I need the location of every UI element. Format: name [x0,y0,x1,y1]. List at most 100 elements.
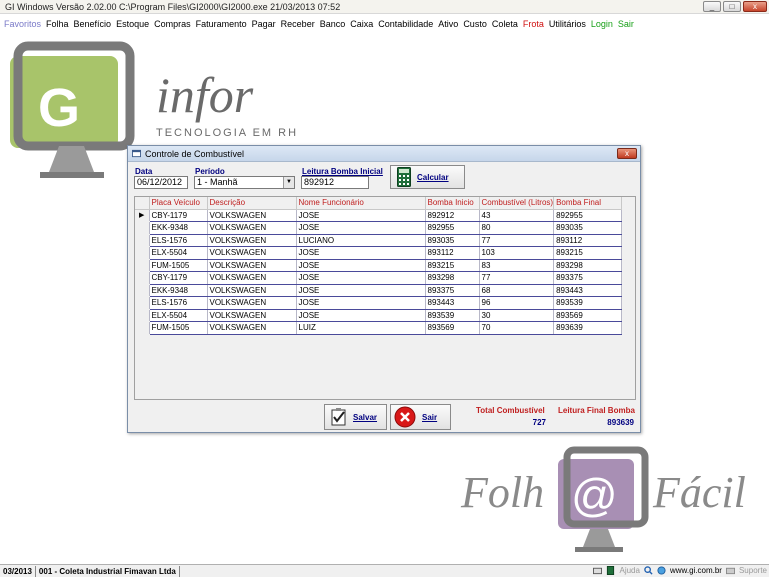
cell-fuel-liters[interactable]: 68 [479,284,555,297]
help-link[interactable]: Ajuda [619,566,639,575]
cell-employee[interactable]: JOSE [296,296,426,310]
cell-description[interactable]: VOLKSWAGEN [207,209,297,222]
cell-employee[interactable]: JOSE [296,259,426,272]
menu-favorites[interactable]: Favoritos [4,19,41,29]
cell-pump-end[interactable]: 893112 [553,234,623,247]
calculate-button[interactable]: Calcular [390,165,465,189]
cell-pump-end[interactable]: 893375 [553,271,623,285]
cell-pump-start[interactable]: 893215 [425,259,480,272]
cell-plate[interactable]: FUM-1505 [149,321,208,335]
menu-item-benefício[interactable]: Benefício [74,19,112,29]
menu-item-ativo[interactable]: Ativo [438,19,458,29]
cell-pump-start[interactable]: 893375 [425,284,480,297]
cell-description[interactable]: VOLKSWAGEN [207,321,297,335]
column-header-fuel-liters[interactable]: Combustível (Litros) [479,197,555,210]
website-link[interactable]: www.gi.com.br [670,566,722,575]
cell-fuel-liters[interactable]: 80 [479,221,555,235]
cell-employee[interactable]: JOSE [296,309,426,322]
keyboard-icon[interactable] [593,566,603,575]
cell-plate[interactable]: CBY-1179 [149,271,208,285]
cell-fuel-liters[interactable]: 43 [479,209,555,222]
chevron-down-icon[interactable]: ▼ [283,177,294,188]
cell-pump-start[interactable]: 893443 [425,296,480,310]
table-row[interactable]: ▶ CBY-1179 VOLKSWAGEN JOSE 892912 43 892955 [135,209,623,222]
table-row[interactable]: EKK-9348 VOLKSWAGEN JOSE 893375 68 893443 [135,284,623,297]
date-field[interactable]: 06/12/2012 [134,176,188,189]
support-link[interactable]: Suporte [739,566,767,575]
cell-pump-end[interactable]: 893035 [553,221,623,235]
table-row[interactable]: ELS-1576 VOLKSWAGEN JOSE 893443 96 893539 [135,296,623,310]
cell-plate[interactable]: ELS-1576 [149,234,208,247]
calculator-icon[interactable] [606,566,615,575]
cell-fuel-liters[interactable]: 77 [479,271,555,285]
table-row[interactable]: FUM-1505 VOLKSWAGEN JOSE 893215 83 893298 [135,259,623,272]
cell-pump-start[interactable]: 893298 [425,271,480,285]
close-button[interactable]: x [743,1,767,12]
menu-item-pagar[interactable]: Pagar [252,19,276,29]
pump-start-field[interactable]: 892912 [301,176,369,189]
menu-item-contabilidade[interactable]: Contabilidade [378,19,433,29]
cell-employee[interactable]: LUIZ [296,321,426,335]
exit-button[interactable]: Sair [390,404,451,430]
cell-description[interactable]: VOLKSWAGEN [207,296,297,310]
menu-item-folha[interactable]: Folha [46,19,69,29]
cell-fuel-liters[interactable]: 77 [479,234,555,247]
cell-employee[interactable]: JOSE [296,284,426,297]
cell-pump-start[interactable]: 892955 [425,221,480,235]
cell-fuel-liters[interactable]: 103 [479,246,555,260]
cell-description[interactable]: VOLKSWAGEN [207,271,297,285]
menu-item-utilitários[interactable]: Utilitários [549,19,586,29]
cell-plate[interactable]: CBY-1179 [149,209,208,222]
cell-description[interactable]: VOLKSWAGEN [207,246,297,260]
table-row[interactable]: ELS-1576 VOLKSWAGEN LUCIANO 893035 77 893112 [135,234,623,247]
cell-pump-end[interactable]: 893539 [553,296,623,310]
save-button[interactable]: Salvar [324,404,387,430]
cell-employee[interactable]: JOSE [296,221,426,235]
menu-item-login[interactable]: Login [591,19,613,29]
cell-pump-start[interactable]: 893539 [425,309,480,322]
cell-pump-start[interactable]: 893035 [425,234,480,247]
menu-item-sair[interactable]: Sair [618,19,634,29]
maximize-button[interactable]: □ [723,1,741,12]
menu-item-estoque[interactable]: Estoque [116,19,149,29]
column-header-employee[interactable]: Nome Funcionário [296,197,426,210]
minimize-button[interactable]: _ [703,1,721,12]
cell-plate[interactable]: ELX-5504 [149,246,208,260]
cell-plate[interactable]: EKK-9348 [149,221,208,235]
cell-description[interactable]: VOLKSWAGEN [207,284,297,297]
menu-item-faturamento[interactable]: Faturamento [196,19,247,29]
cell-pump-end[interactable]: 893443 [553,284,623,297]
menu-item-compras[interactable]: Compras [154,19,191,29]
dialog-close-button[interactable]: x [617,148,637,159]
column-header-pump-end[interactable]: Bomba Final [553,197,623,210]
cell-pump-start[interactable]: 893112 [425,246,480,260]
table-row[interactable]: ELX-5504 VOLKSWAGEN JOSE 893539 30 893569 [135,309,623,322]
cell-pump-end[interactable]: 893298 [553,259,623,272]
menu-item-custo[interactable]: Custo [463,19,487,29]
cell-employee[interactable]: JOSE [296,246,426,260]
search-icon[interactable] [644,566,653,575]
cell-fuel-liters[interactable]: 70 [479,321,555,335]
cell-employee[interactable]: JOSE [296,271,426,285]
menu-item-banco[interactable]: Banco [320,19,346,29]
column-header-description[interactable]: Descrição [207,197,297,210]
cell-description[interactable]: VOLKSWAGEN [207,234,297,247]
cell-pump-start[interactable]: 892912 [425,209,480,222]
table-row[interactable]: CBY-1179 VOLKSWAGEN JOSE 893298 77 893375 [135,271,623,285]
cell-plate[interactable]: FUM-1505 [149,259,208,272]
period-select[interactable]: 1 - Manhã ▼ [194,176,295,189]
cell-pump-end[interactable]: 892955 [553,209,623,222]
column-header-plate[interactable]: Placa Veículo [149,197,208,210]
cell-pump-end[interactable]: 893569 [553,309,623,322]
cell-plate[interactable]: ELX-5504 [149,309,208,322]
cell-employee[interactable]: LUCIANO [296,234,426,247]
cell-plate[interactable]: ELS-1576 [149,296,208,310]
cell-fuel-liters[interactable]: 30 [479,309,555,322]
cell-description[interactable]: VOLKSWAGEN [207,259,297,272]
menu-item-frota[interactable]: Frota [523,19,544,29]
table-row[interactable]: ELX-5504 VOLKSWAGEN JOSE 893112 103 893215 [135,246,623,260]
cell-fuel-liters[interactable]: 96 [479,296,555,310]
menu-item-caixa[interactable]: Caixa [350,19,373,29]
cell-employee[interactable]: JOSE [296,209,426,222]
table-row[interactable]: EKK-9348 VOLKSWAGEN JOSE 892955 80 893035 [135,221,623,235]
